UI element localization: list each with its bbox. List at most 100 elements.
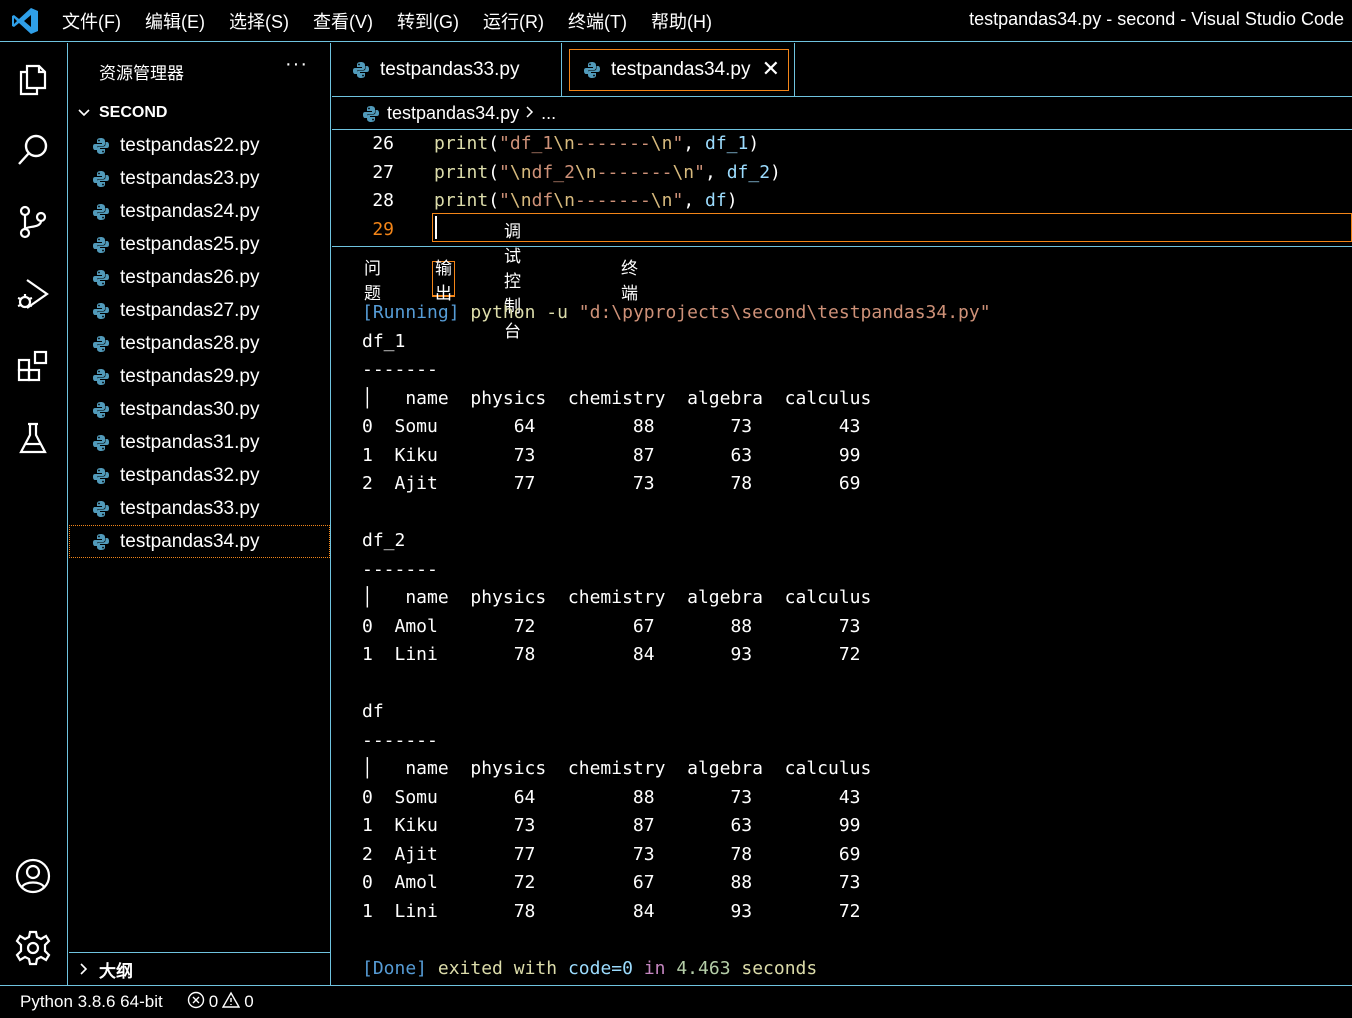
tab-testpandas34[interactable]: testpandas34.py ✕ bbox=[563, 43, 795, 97]
panel-tab-3[interactable]: 终端 bbox=[619, 259, 640, 303]
code-editor[interactable]: 26 print("df_1\n-------\n", df_1) 27 print(… bbox=[332, 130, 1352, 245]
outline-header[interactable]: 大纲 bbox=[69, 952, 330, 985]
panel-tab-2[interactable]: 调试控制台 bbox=[502, 222, 523, 341]
file-item[interactable]: testpandas30.py bbox=[69, 393, 330, 426]
search-icon[interactable] bbox=[12, 129, 54, 171]
python-file-icon bbox=[92, 335, 110, 353]
warning-icon bbox=[221, 991, 241, 1014]
file-item[interactable]: testpandas22.py bbox=[69, 129, 330, 162]
file-item[interactable]: testpandas31.py bbox=[69, 426, 330, 459]
run-command: python -u bbox=[470, 302, 579, 323]
close-icon[interactable]: ✕ bbox=[762, 57, 780, 81]
code-token: df_1 bbox=[704, 133, 749, 154]
menu-item-4[interactable]: 转到(G) bbox=[385, 8, 471, 34]
settings-gear-icon[interactable] bbox=[12, 927, 54, 969]
running-tag: [Running] bbox=[362, 302, 460, 323]
python-file-icon bbox=[92, 269, 110, 287]
code-token: ( bbox=[488, 133, 500, 154]
file-item[interactable]: testpandas29.py bbox=[69, 360, 330, 393]
menu-item-6[interactable]: 终端(T) bbox=[556, 8, 639, 34]
line-number: 29 bbox=[372, 218, 394, 240]
breadcrumb-symbol[interactable]: ... bbox=[541, 103, 556, 124]
output-line: 1 Lini 78 84 93 72 bbox=[362, 644, 861, 665]
output-line: │ name physics chemistry algebra calculu… bbox=[362, 587, 872, 608]
file-label: testpandas29.py bbox=[120, 365, 260, 387]
menu-bar: 文件(F) 编辑(E) 选择(S) 查看(V) 转到(G) 运行(R) 终端(T) 帮助(H) bbox=[50, 0, 724, 42]
python-file-icon bbox=[92, 236, 110, 254]
file-item[interactable]: testpandas23.py bbox=[69, 162, 330, 195]
code-token: df bbox=[705, 190, 727, 211]
menu-item-7[interactable]: 帮助(H) bbox=[639, 8, 724, 34]
code-token: df_2 bbox=[531, 161, 575, 183]
run-debug-icon[interactable] bbox=[12, 273, 54, 315]
vscode-logo-icon bbox=[12, 8, 38, 34]
file-item[interactable]: testpandas24.py bbox=[69, 195, 330, 228]
menu-item-3[interactable]: 查看(V) bbox=[301, 8, 385, 34]
file-label: testpandas31.py bbox=[120, 431, 260, 453]
file-item[interactable]: testpandas28.py bbox=[69, 327, 330, 360]
menu-item-2[interactable]: 选择(S) bbox=[217, 8, 301, 34]
source-control-icon[interactable] bbox=[12, 201, 54, 243]
warning-count: 0 bbox=[244, 992, 254, 1011]
file-item[interactable]: testpandas26.py bbox=[69, 261, 330, 294]
testing-icon[interactable] bbox=[12, 417, 54, 459]
file-item[interactable]: testpandas33.py bbox=[69, 492, 330, 525]
chevron-right-icon bbox=[69, 962, 99, 976]
output-line: 2 Ajit 77 73 78 69 bbox=[362, 473, 861, 494]
file-label: testpandas22.py bbox=[120, 134, 260, 156]
file-list: testpandas22.py testpandas23.py testpandas… bbox=[69, 129, 330, 558]
problems-status[interactable]: 0 0 bbox=[187, 991, 258, 1014]
code-token: \n bbox=[509, 190, 532, 211]
code-token: \n bbox=[553, 190, 575, 211]
code-token: , bbox=[705, 161, 727, 183]
line-number: 26 bbox=[372, 133, 394, 154]
output-line: df_1 bbox=[362, 330, 406, 352]
output-line: 0 Amol 72 67 88 73 bbox=[362, 872, 861, 893]
panel-tab-0[interactable]: 问题 bbox=[362, 259, 383, 303]
code-token: print bbox=[434, 161, 489, 183]
breadcrumb-file[interactable]: testpandas34.py bbox=[387, 103, 519, 124]
output-view[interactable]: [Running] python -u "d:\pyprojects\secon… bbox=[362, 299, 1342, 983]
code-token: \n bbox=[650, 133, 673, 154]
code-token: , bbox=[683, 133, 705, 154]
code-token: ------- bbox=[574, 133, 651, 154]
code-token: ) bbox=[748, 133, 760, 154]
file-label: testpandas24.py bbox=[120, 200, 260, 222]
code-token: ------- bbox=[596, 161, 673, 183]
output-line: df bbox=[362, 701, 384, 722]
account-icon[interactable] bbox=[12, 855, 54, 897]
python-file-icon bbox=[362, 105, 379, 122]
run-command-path: "d:\pyprojects\second\testpandas34.py" bbox=[578, 302, 991, 323]
code-line: 26 print("df_1\n-------\n", df_1) bbox=[332, 130, 1352, 158]
done-seconds: seconds bbox=[741, 957, 818, 979]
done-in: in bbox=[643, 957, 666, 979]
extensions-icon[interactable] bbox=[12, 345, 54, 387]
python-file-icon bbox=[92, 137, 110, 155]
menu-item-1[interactable]: 编辑(E) bbox=[133, 8, 217, 34]
menu-item-5[interactable]: 运行(R) bbox=[471, 8, 556, 34]
line-code: print("df_1\n-------\n", df_1) bbox=[434, 130, 759, 158]
chevron-down-icon bbox=[69, 106, 99, 120]
active-tab-focus-outline bbox=[569, 49, 789, 91]
file-item[interactable]: testpandas34.py bbox=[69, 525, 330, 558]
python-interpreter-status[interactable]: Python 3.8.6 64-bit bbox=[20, 992, 163, 1012]
code-token: ( bbox=[488, 190, 500, 211]
file-item[interactable]: testpandas27.py bbox=[69, 294, 330, 327]
panel-tab-1[interactable]: 输出 bbox=[432, 259, 455, 303]
folder-header[interactable]: SECOND bbox=[69, 99, 330, 127]
tab-testpandas33[interactable]: testpandas33.py bbox=[332, 43, 562, 97]
output-line: 0 Somu 64 88 73 43 bbox=[362, 416, 861, 437]
more-actions-icon[interactable]: ··· bbox=[285, 53, 308, 76]
file-item[interactable]: testpandas32.py bbox=[69, 459, 330, 492]
code-token: df_2 bbox=[726, 161, 771, 183]
explorer-icon[interactable] bbox=[12, 57, 54, 99]
code-token: \n bbox=[574, 161, 597, 183]
menu-item-0[interactable]: 文件(F) bbox=[50, 8, 133, 34]
file-label: testpandas28.py bbox=[120, 332, 260, 354]
python-file-icon bbox=[92, 203, 110, 221]
file-label: testpandas32.py bbox=[120, 464, 260, 486]
file-item[interactable]: testpandas25.py bbox=[69, 228, 330, 261]
output-line: ------- bbox=[362, 558, 438, 580]
code-token: ) bbox=[770, 161, 781, 183]
